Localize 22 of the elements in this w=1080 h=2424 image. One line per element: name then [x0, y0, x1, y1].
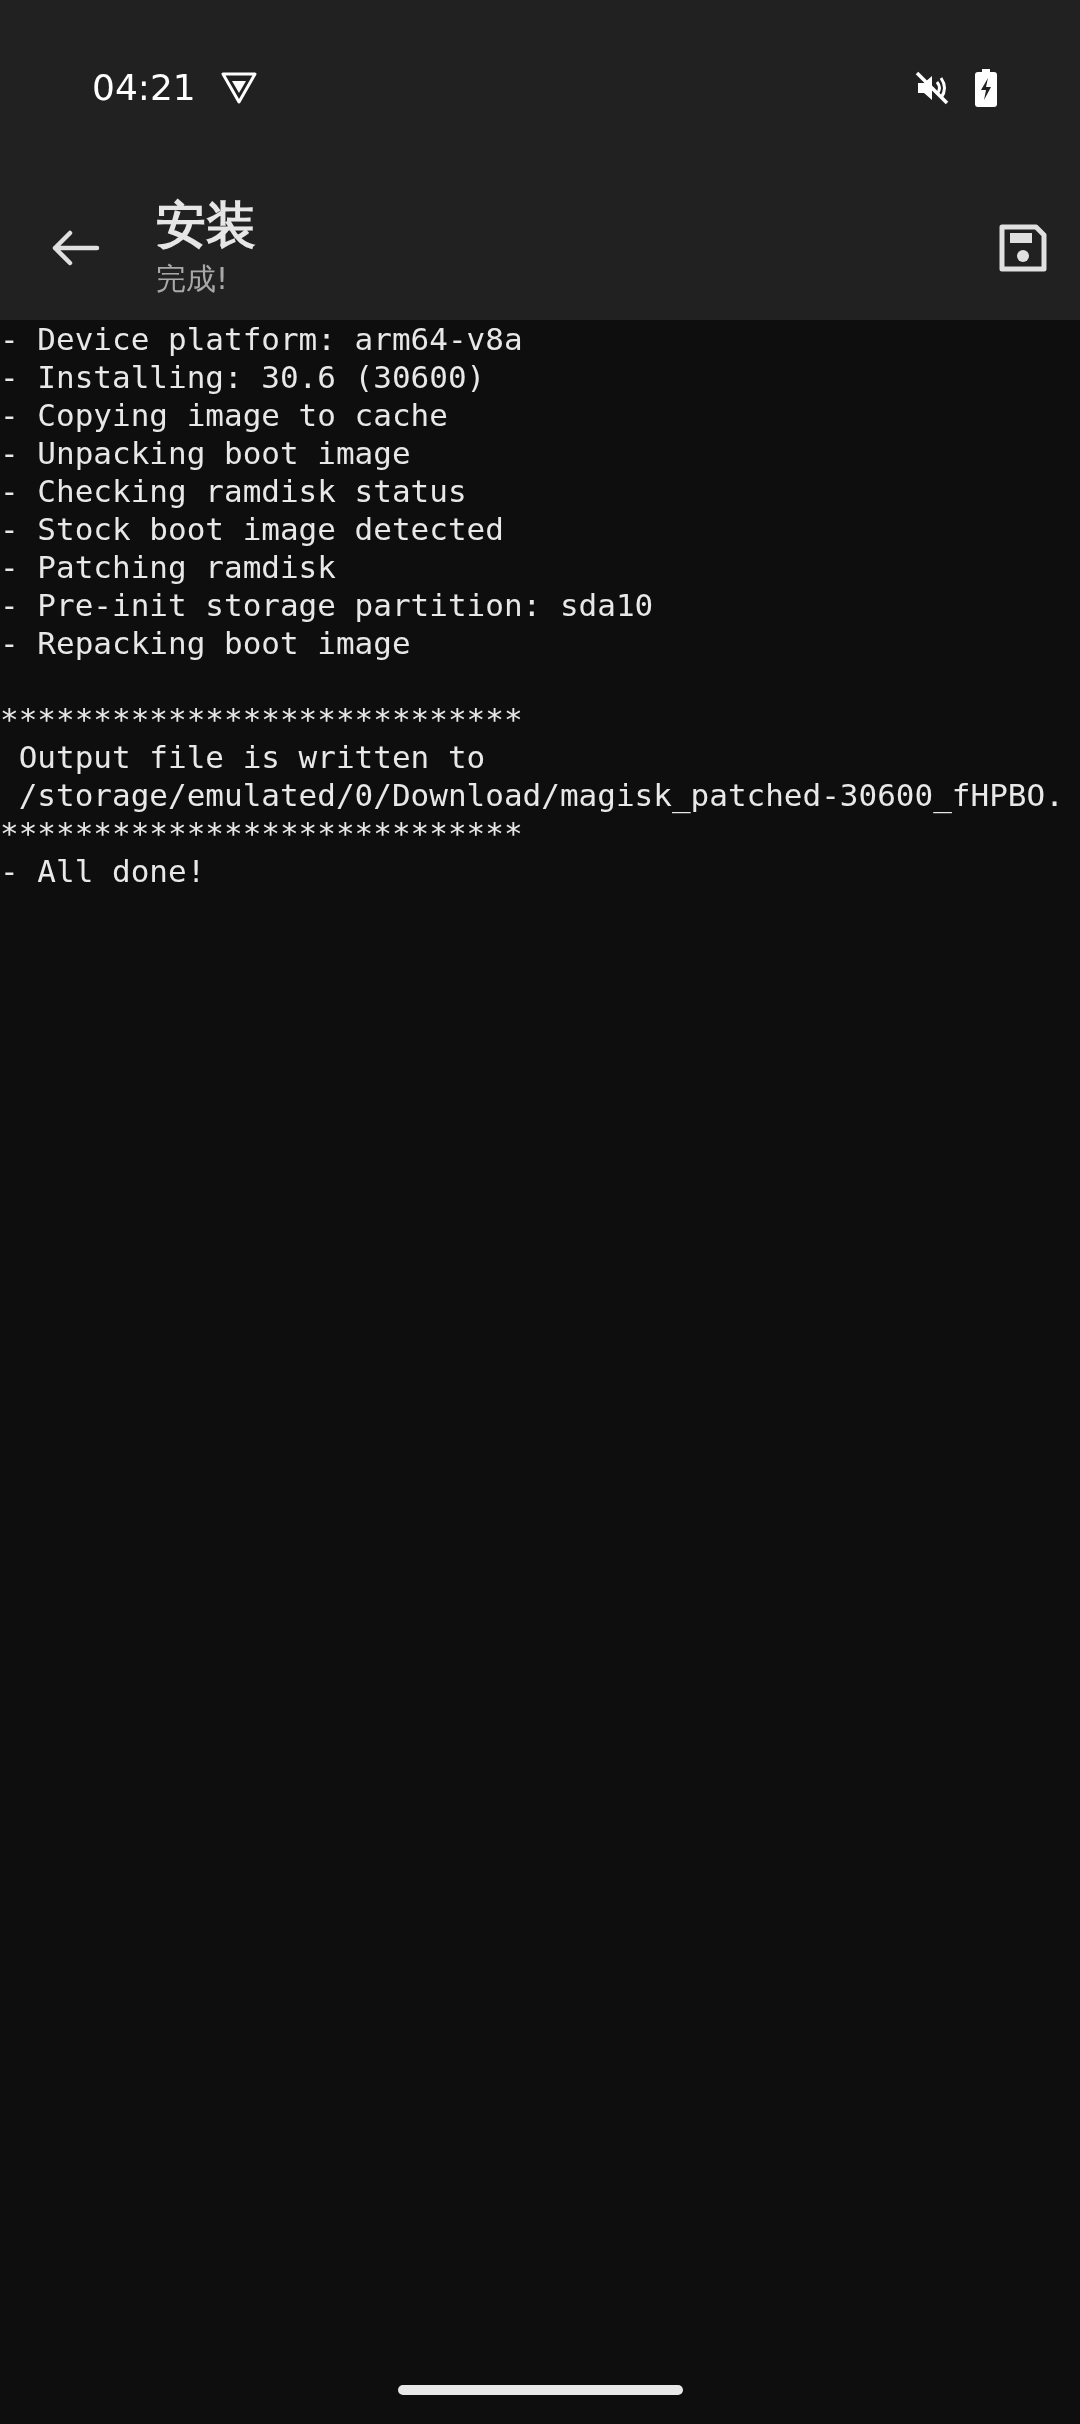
log-line: ****************************: [0, 700, 524, 738]
log-line: Output file is written to: [17, 738, 487, 776]
log-line: ****************************: [0, 814, 524, 852]
battery-charging-icon: [974, 68, 998, 107]
status-time: 04:21: [92, 65, 196, 110]
log-line: - Pre-init storage partition: sda10: [0, 586, 655, 624]
back-arrow-icon: [50, 229, 100, 266]
log-line: - Patching ramdisk: [0, 548, 337, 586]
log-line: - Copying image to cache: [0, 396, 449, 434]
log-line: - Device platform: arm64-v8a: [0, 320, 524, 358]
log-line: - Unpacking boot image: [0, 434, 412, 472]
screen-title: 安装: [156, 198, 256, 253]
log-line: - Checking ramdisk status: [0, 472, 468, 510]
log-line: /storage/emulated/0/Download/magisk_patched-30600_fHPBO.: [17, 776, 1065, 814]
log-line: - Repacking boot image: [0, 624, 412, 662]
log-line: - All done!: [0, 852, 207, 890]
screen-subtitle: 完成!: [156, 261, 230, 297]
muted-speaker-icon: [914, 69, 950, 106]
log-line: - Stock boot image detected: [0, 510, 505, 548]
shield-icon: [219, 70, 258, 105]
save-icon: [998, 222, 1048, 273]
log-line: - Installing: 30.6 (30600): [0, 358, 487, 396]
